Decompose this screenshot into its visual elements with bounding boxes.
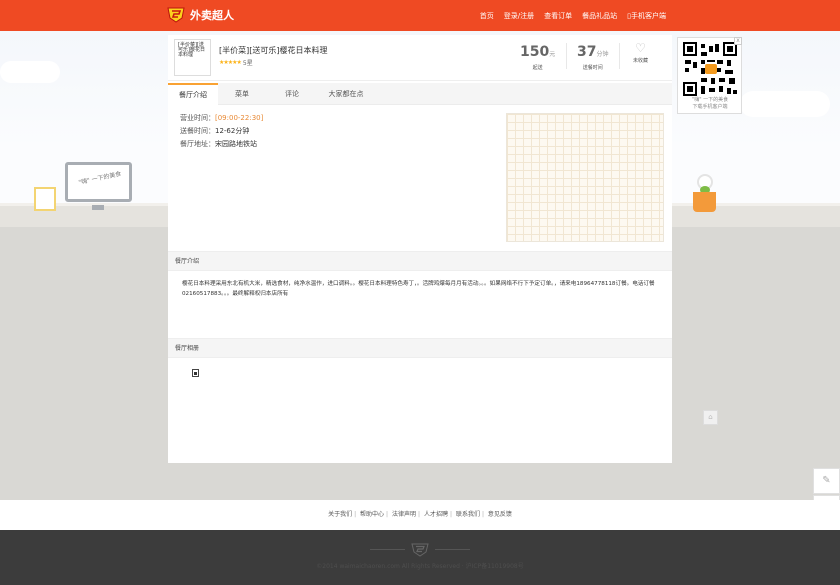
location-map[interactable] (506, 113, 664, 242)
photo-icon[interactable] (192, 369, 199, 377)
rating-label: 5星 (242, 60, 253, 67)
delivery-time-value: 37 (577, 44, 597, 60)
footer-link-about[interactable]: 关于我们 (328, 511, 352, 518)
edit-icon: ✎ (822, 475, 831, 486)
address-row: 餐厅地址：宋园路地铁站 (180, 138, 263, 151)
restaurant-logo-text: [半价菜][送可乐]樱花日本料理 (178, 42, 205, 58)
tab-reviews[interactable]: 评论 (274, 83, 310, 105)
hours-value: [09:00-22:30] (215, 114, 264, 122)
address-value: 宋园路地铁站 (215, 140, 257, 148)
footer-links: 关于我们 | 帮助中心 | 法律声明 | 人才招聘 | 联系我们 | 意见反馈 (0, 500, 840, 530)
cloud-decoration (740, 91, 830, 117)
divider-line (370, 549, 405, 550)
restaurant-card: [半价菜][送可乐]樱花日本料理 [半价菜][送可乐]樱花日本料理 ★★★★★ … (168, 35, 672, 463)
nav-orders[interactable]: 查看订单 (544, 11, 572, 21)
album-section-header: 餐厅相册 (168, 338, 672, 358)
min-order-label: 起送 (532, 65, 543, 71)
brand-name: 外卖超人 (190, 9, 234, 22)
delivery-value: 12-62分钟 (215, 127, 250, 135)
nav-home[interactable]: 首页 (480, 11, 494, 21)
top-nav: 首页 登录/注册 查看订单 餐品礼品站 ▯手机客户端 (480, 11, 666, 21)
restaurant-rating: ★★★★★ 5星 (219, 58, 253, 67)
min-order-unit: 元 (549, 51, 556, 58)
qr-icon[interactable] (683, 42, 737, 96)
cloud-decoration (0, 61, 60, 83)
brand-logo[interactable]: 外卖超人 (167, 7, 234, 23)
qr-caption-line2: 下载手机客户端 (692, 104, 728, 110)
feedback-button[interactable]: ✎ (813, 468, 840, 494)
intro-section-header: 餐厅介绍 (168, 251, 672, 271)
monitor-decoration: "嗨" 一下的美食 (65, 162, 132, 202)
logo-badge-icon (167, 7, 185, 23)
tab-popular[interactable]: 大家都在点 (318, 83, 374, 105)
delivery-time-unit: 分钟 (596, 51, 609, 58)
restaurant-logo: [半价菜][送可乐]樱花日本料理 (174, 39, 211, 76)
heart-icon: ♡ (635, 41, 646, 55)
restaurant-header: [半价菜][送可乐]樱花日本料理 [半价菜][送可乐]樱花日本料理 ★★★★★ … (168, 35, 672, 81)
hours-row: 营业时间：[09:00-22:30] (180, 112, 263, 125)
nav-gifts[interactable]: 餐品礼品站 (582, 11, 617, 21)
nav-login[interactable]: 登录/注册 (504, 11, 534, 21)
stat-divider (619, 43, 620, 69)
restaurant-name: [半价菜][送可乐]樱花日本料理 (219, 46, 328, 55)
qr-caption-line1: "嗨" 一下的美食 (691, 97, 729, 103)
qr-download-box: x "嗨" 一下的美食 下载手机客户端 (677, 37, 742, 114)
delivery-time-label: 送餐时间 (582, 65, 603, 71)
nav-mobile-label: 手机客户端 (631, 12, 666, 20)
favorite-button[interactable]: ♡ 未收藏 (633, 42, 648, 64)
divider-line (435, 549, 470, 550)
footer-link-help[interactable]: 帮助中心 (360, 511, 384, 518)
monitor-stand (92, 205, 104, 210)
rating-stars: ★★★★★ (219, 59, 242, 66)
delivery-label: 送餐时间： (180, 127, 215, 135)
min-order-stat: 150元 起送 (520, 45, 555, 71)
intro-text: 樱花日本料理采用东北有机大米，精选食材，纯净水温作，进口调料。。樱花日本料理特色… (182, 281, 655, 297)
footer-link-legal[interactable]: 法律声明 (392, 511, 416, 518)
delivery-row: 送餐时间：12-62分钟 (180, 125, 263, 138)
footer-link-jobs[interactable]: 人才招聘 (424, 511, 448, 518)
restaurant-info: 营业时间：[09:00-22:30] 送餐时间：12-62分钟 餐厅地址：宋园路… (180, 112, 263, 151)
hours-label: 营业时间： (180, 114, 215, 122)
footer-link-feedback[interactable]: 意见反馈 (488, 511, 512, 518)
stat-divider (566, 43, 567, 69)
delivery-time-stat: 37分钟 送餐时间 (577, 45, 609, 71)
restaurant-tabs: 餐厅介绍 菜单 评论 大家都在点 (168, 83, 672, 105)
bottom-bar: ©2014 waimaichaoren.com All Rights Reser… (0, 530, 840, 585)
footer-link-contact[interactable]: 联系我们 (456, 511, 480, 518)
top-bar: 外卖超人 首页 登录/注册 查看订单 餐品礼品站 ▯手机客户端 (0, 0, 840, 31)
min-order-value: 150 (520, 44, 550, 60)
qr-close-button[interactable]: x (734, 37, 742, 45)
address-label: 餐厅地址： (180, 140, 215, 148)
favorite-label: 未收藏 (633, 58, 649, 64)
footer-logo-icon (411, 543, 429, 557)
nav-mobile-app[interactable]: ▯手机客户端 (627, 11, 666, 21)
monitor-text: "嗨" 一下的美食 (77, 170, 122, 187)
flower-pot-decoration (693, 192, 716, 212)
photo-frame-decoration (34, 187, 56, 211)
tab-intro[interactable]: 餐厅介绍 (168, 83, 218, 105)
copyright: ©2014 waimaichaoren.com All Rights Reser… (316, 563, 524, 570)
floating-square-icon[interactable]: ⌂ (703, 410, 718, 425)
tab-menu[interactable]: 菜单 (223, 83, 261, 105)
qr-caption: "嗨" 一下的美食 下载手机客户端 (681, 97, 739, 111)
